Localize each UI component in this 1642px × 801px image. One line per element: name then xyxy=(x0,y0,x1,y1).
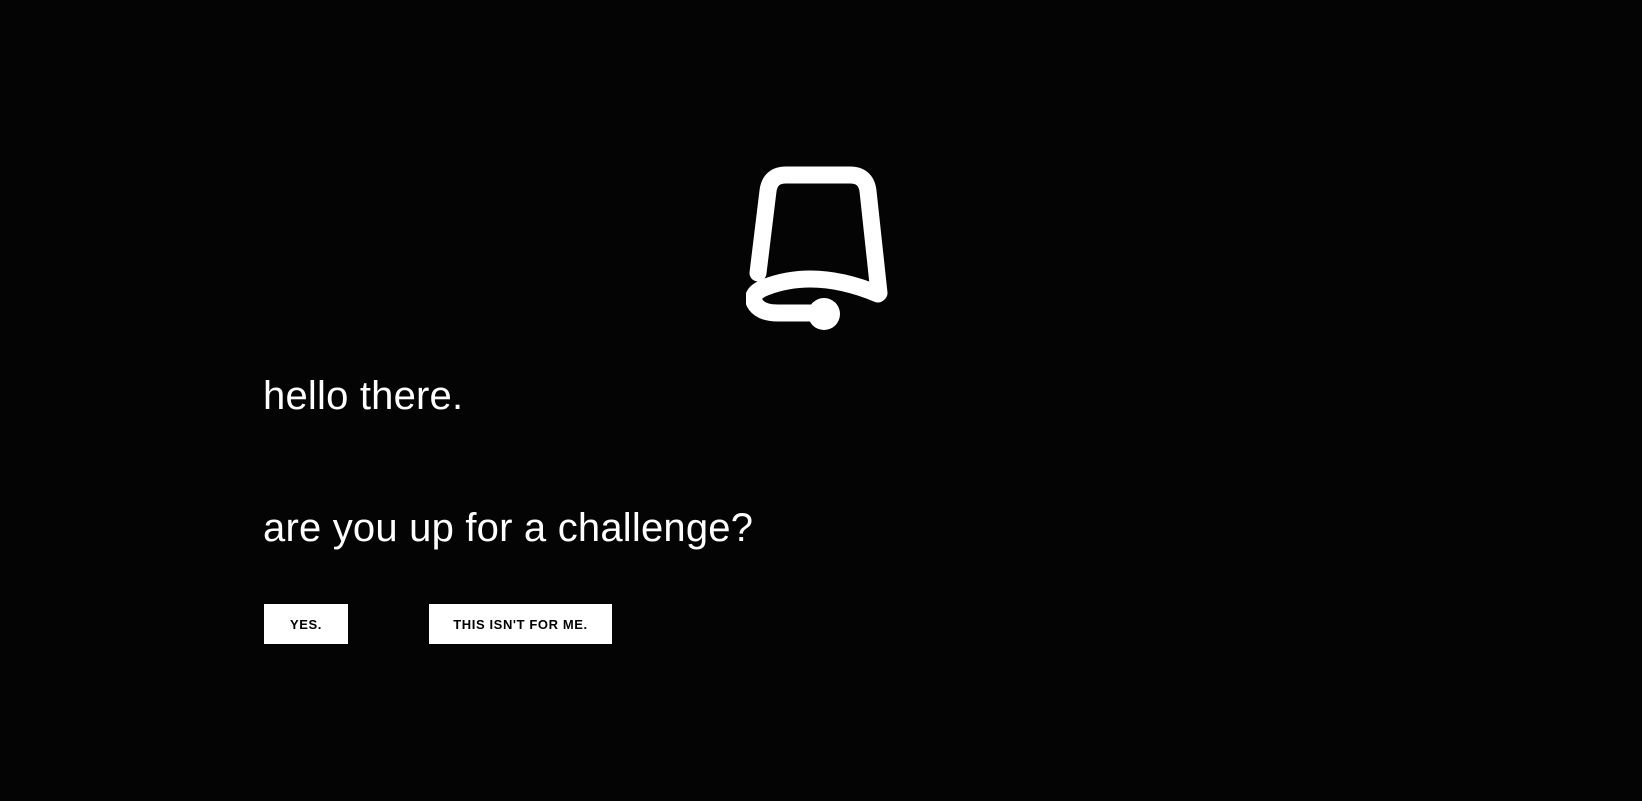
challenge-question: are you up for a challenge? xyxy=(263,506,754,550)
bell-icon xyxy=(746,163,896,343)
yes-button[interactable]: YES. xyxy=(264,604,348,644)
greeting-heading: hello there. xyxy=(263,374,464,418)
decline-button[interactable]: THIS ISN'T FOR ME. xyxy=(429,604,612,644)
